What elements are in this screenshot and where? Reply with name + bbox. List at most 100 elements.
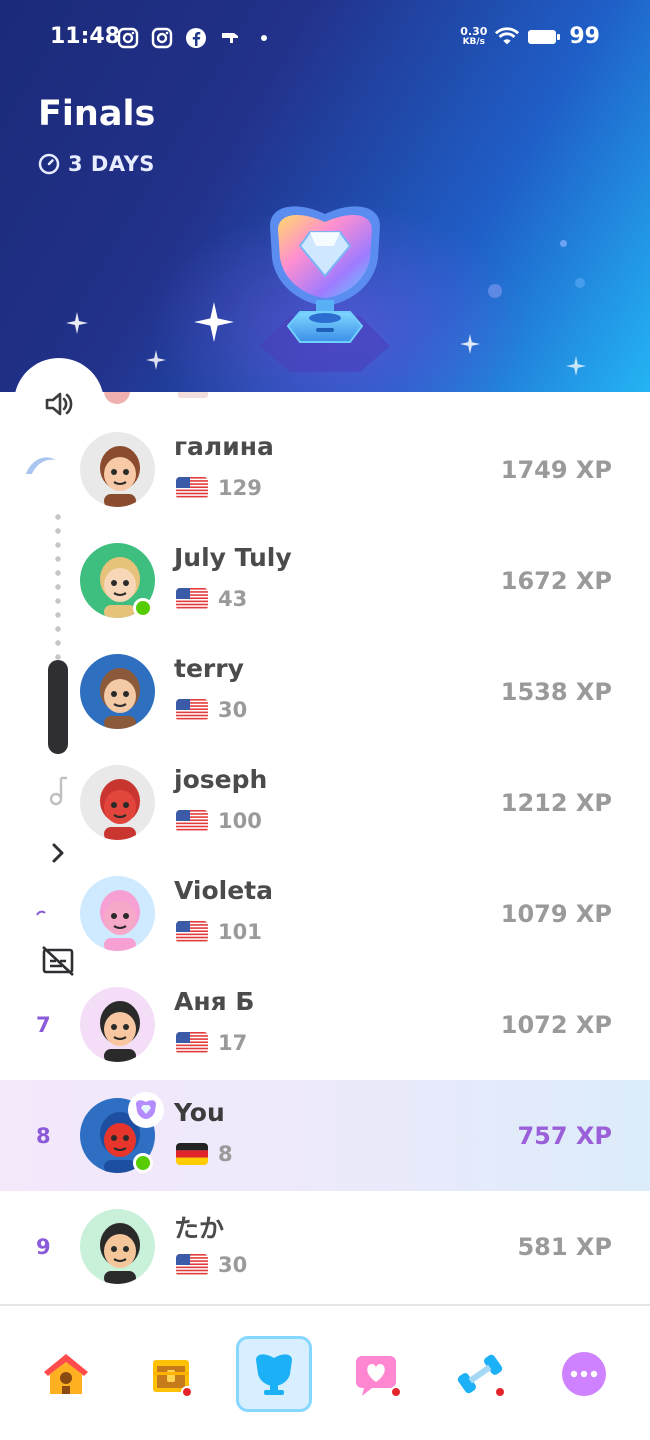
nav-chest[interactable] [133, 1336, 209, 1412]
avatar[interactable] [80, 654, 155, 729]
avatar[interactable] [80, 432, 155, 507]
league-trophy-icon [256, 1354, 292, 1395]
network-speed-unit: KB/s [462, 36, 486, 47]
captions-off-icon[interactable] [38, 942, 78, 980]
status-time: 11:48 [50, 24, 121, 49]
xp-score: 1079 XP [500, 899, 612, 928]
xp-score: 581 XP [517, 1232, 612, 1261]
leaderboard-list[interactable]: галина 129 1749 XP July Tuly 43 1672 XP terry 3… [0, 392, 650, 1304]
rank-number: 8 [36, 1123, 51, 1148]
rank-number: 9 [36, 1234, 51, 1259]
nav-leagues[interactable] [236, 1336, 312, 1412]
leaderboard-row[interactable]: 9 たか 30 581 XP [0, 1191, 650, 1302]
rank-number: 7 [36, 1012, 51, 1037]
user-meta: 100 [176, 809, 262, 833]
usa-flag-icon [176, 477, 208, 499]
avatar[interactable] [80, 765, 155, 840]
usa-flag-icon [176, 1254, 208, 1276]
scroll-track [55, 510, 61, 660]
sparkle-icon [460, 334, 480, 354]
nav-practice[interactable] [442, 1336, 518, 1412]
bottom-nav [0, 1304, 650, 1440]
music-note-icon[interactable] [44, 774, 74, 808]
leaderboard-row[interactable]: joseph 100 1212 XP [0, 747, 650, 858]
leaderboard-row[interactable]: July Tuly 43 1672 XP [0, 525, 650, 636]
status-bar: 11:48 0.30 KB/s 99 [0, 0, 650, 76]
sparkle-icon [146, 350, 166, 370]
chevron-right-icon[interactable] [44, 838, 72, 868]
user-meta: 8 [176, 1142, 233, 1166]
network-speed-value: 0.30 [460, 24, 488, 38]
xp-score: 1072 XP [500, 1010, 612, 1039]
course-level: 43 [218, 587, 248, 611]
user-meta: 30 [176, 1253, 247, 1277]
league-title: Finals [38, 94, 156, 134]
user-meta: 101 [176, 920, 262, 944]
username: July Tuly [174, 543, 292, 572]
more-notifications-dot-icon [252, 26, 276, 50]
nav-home[interactable] [28, 1336, 104, 1412]
course-level: 30 [218, 698, 248, 722]
online-indicator [133, 598, 153, 618]
username: Аня Б [174, 987, 255, 1016]
leaderboard-row[interactable]: галина 129 1749 XP [0, 414, 650, 525]
instagram-icon [116, 26, 140, 50]
user-meta: 30 [176, 698, 247, 722]
notification-badge [181, 1386, 193, 1398]
username: You [174, 1098, 225, 1127]
league-header: 11:48 0.30 KB/s 99 Finals 3 DAYS [0, 0, 650, 392]
wifi-icon [495, 25, 520, 49]
sparkle-icon [194, 302, 234, 342]
nav-more[interactable] [546, 1336, 622, 1412]
leaderboard-row[interactable]: 8 You 8 757 XP [0, 1080, 650, 1191]
usa-flag-icon [176, 810, 208, 832]
scroll-thumb[interactable] [48, 660, 68, 754]
app-notification-icon [218, 26, 242, 50]
xp-score: 1749 XP [500, 455, 612, 484]
league-badge-icon [128, 1092, 164, 1128]
xp-score: 1212 XP [500, 788, 612, 817]
network-speed: 0.30 KB/s [460, 26, 487, 48]
house-icon [44, 1354, 88, 1394]
speaker-icon [45, 392, 73, 416]
battery-icon [527, 25, 561, 49]
diamond-trophy-icon [260, 206, 390, 372]
course-level: 17 [218, 1031, 248, 1055]
username: joseph [174, 765, 268, 794]
league-timer: 3 DAYS [38, 152, 155, 176]
username: terry [174, 654, 244, 683]
usa-flag-icon [176, 588, 208, 610]
user-meta: 17 [176, 1031, 247, 1055]
more-icon [562, 1352, 606, 1396]
crescent-icon [24, 452, 58, 478]
instagram-icon [150, 26, 174, 50]
course-level: 129 [218, 476, 262, 500]
username: たか [174, 1214, 225, 1243]
bokeh-dot [560, 240, 567, 247]
online-indicator [133, 1153, 153, 1173]
nav-friends[interactable] [338, 1336, 414, 1412]
leaderboard-row[interactable]: 7 Аня Б 17 1072 XP [0, 969, 650, 1080]
course-level: 8 [218, 1142, 233, 1166]
username: Violeta [174, 876, 273, 905]
sparkle-icon [66, 312, 88, 334]
notification-badge [494, 1386, 506, 1398]
course-level: 30 [218, 1253, 248, 1277]
username: галина [174, 432, 274, 461]
battery-level: 99 [569, 24, 600, 49]
leaderboard-row[interactable]: terry 30 1538 XP [0, 636, 650, 747]
notification-badge [390, 1386, 402, 1398]
avatar[interactable] [80, 987, 155, 1062]
leaderboard-row[interactable]: Violeta 101 1079 XP [0, 858, 650, 969]
sound-toggle-button[interactable] [14, 358, 104, 448]
user-meta: 43 [176, 587, 247, 611]
user-meta: 129 [176, 476, 262, 500]
avatar[interactable] [80, 1209, 155, 1284]
course-level: 100 [218, 809, 262, 833]
avatar[interactable] [80, 876, 155, 951]
bokeh-dot [575, 278, 585, 288]
usa-flag-icon [176, 921, 208, 943]
usa-flag-icon [176, 1032, 208, 1054]
usa-flag-icon [176, 699, 208, 721]
course-level: 101 [218, 920, 262, 944]
